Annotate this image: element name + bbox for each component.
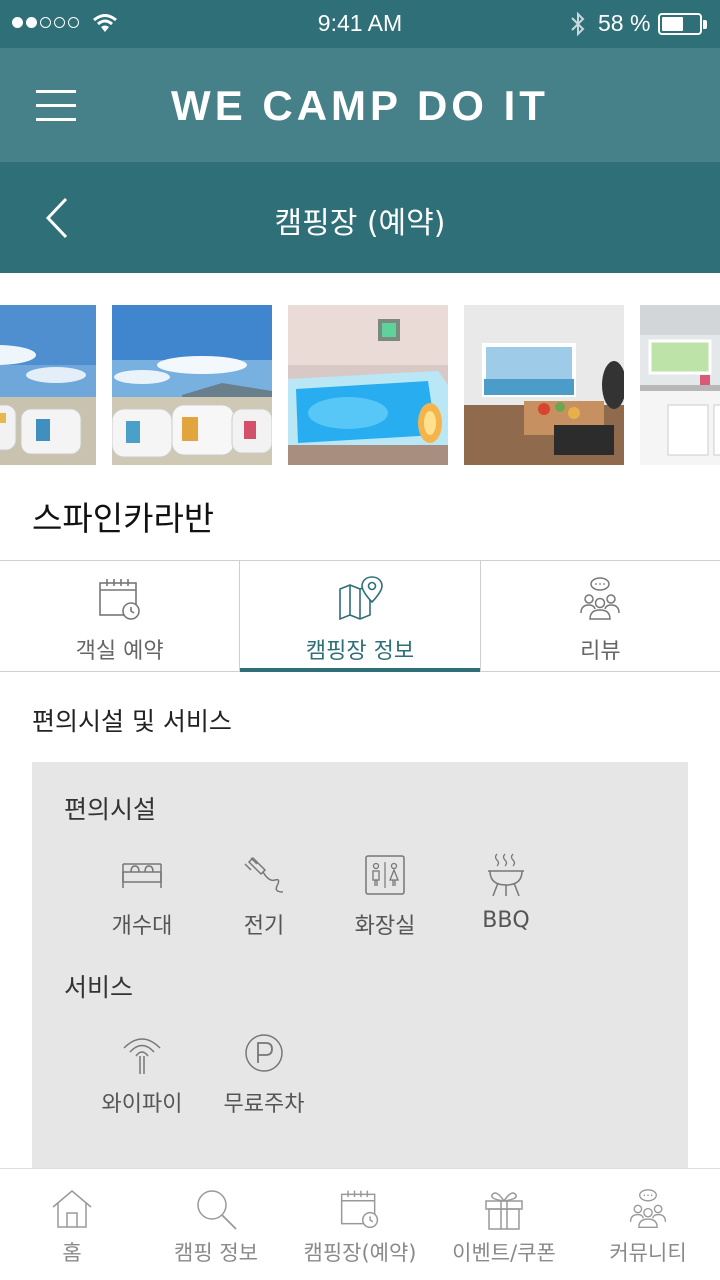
page-title: 캠핑장 (예약): [274, 206, 446, 241]
gift-icon: [485, 1192, 523, 1230]
tab-label: 리뷰: [580, 639, 621, 664]
plug-icon: [244, 856, 284, 893]
status-bar: 9:41 AM 58 %: [0, 0, 720, 48]
nav-label: 이벤트/쿠폰: [452, 1241, 556, 1265]
facilities-title: 편의시설: [64, 795, 157, 824]
tab-reviews[interactable]: 리뷰: [481, 561, 720, 671]
tab-bar: 객실 예약 캠핑장 정보 리뷰: [0, 560, 720, 672]
caravans-under-sky-photo[interactable]: [112, 305, 272, 465]
bbq-dining-photo[interactable]: [464, 305, 624, 465]
services-title: 서비스: [64, 973, 134, 1002]
facility-bbq: BBQ: [451, 852, 561, 933]
bbq-grill-icon: [488, 853, 524, 897]
tab-label: 객실 예약: [75, 639, 164, 664]
facility-label: 전기: [243, 914, 285, 939]
nav-label: 캠핑 정보: [174, 1241, 258, 1265]
facility-restroom: 화장실: [330, 852, 440, 940]
app-bar: WE CAMP DO IT: [0, 48, 720, 162]
caravans-photo[interactable]: [0, 305, 96, 465]
tab-campsite-info[interactable]: 캠핑장 정보: [240, 561, 481, 672]
bottom-navigation: 홈 캠핑 정보 캠핑장(예약) 이벤트/쿠폰 커뮤니티: [0, 1168, 720, 1280]
parking-icon: [245, 1034, 283, 1072]
facility-label: BBQ: [482, 908, 530, 933]
facility-sink: 개수대: [87, 852, 197, 940]
tab-label: 캠핑장 정보: [305, 639, 415, 664]
nav-campsite-reservation[interactable]: 캠핑장(예약): [288, 1169, 432, 1280]
battery-icon: [658, 13, 702, 35]
wifi-antenna-icon: [123, 1038, 161, 1074]
campsite-name: 스파인카라반: [32, 499, 215, 538]
app-title: WE CAMP DO IT: [171, 82, 549, 129]
service-wifi: 와이파이: [87, 1030, 197, 1118]
photo-gallery[interactable]: [0, 305, 720, 465]
sink-icon: [122, 863, 162, 888]
people-chat-icon: [629, 1189, 667, 1229]
sub-header: 캠핑장 (예약): [0, 162, 720, 273]
restroom-icon: [365, 855, 405, 895]
battery-percent: 58 %: [598, 10, 651, 36]
service-label: 와이파이: [101, 1092, 183, 1117]
nav-events-coupons[interactable]: 이벤트/쿠폰: [432, 1169, 576, 1280]
facility-label: 화장실: [354, 914, 416, 939]
search-icon: [197, 1190, 237, 1230]
nav-home[interactable]: 홈: [0, 1169, 144, 1280]
service-label: 무료주차: [223, 1092, 305, 1117]
nav-camping-info[interactable]: 캠핑 정보: [144, 1169, 288, 1280]
calendar-clock-icon: [340, 1190, 379, 1229]
tab-room-reservation[interactable]: 객실 예약: [0, 561, 241, 671]
service-parking: 무료주차: [209, 1030, 319, 1118]
amenities-section-title: 편의시설 및 서비스: [32, 707, 232, 736]
nav-label: 커뮤니티: [609, 1241, 687, 1265]
battery-tip: [703, 20, 707, 29]
map-pin-icon: [339, 576, 383, 621]
nav-label: 캠핑장(예약): [303, 1241, 417, 1265]
home-icon: [52, 1190, 92, 1228]
people-chat-icon: [580, 577, 621, 620]
facility-electricity: 전기: [209, 852, 319, 940]
facility-label: 개수대: [111, 914, 173, 939]
bluetooth-icon: [571, 11, 585, 37]
kitchen-interior-photo[interactable]: [640, 305, 720, 465]
nav-community[interactable]: 커뮤니티: [576, 1169, 720, 1280]
amenities-panel: 편의시설 개수대 전기 화장실 BBQ 서비스 와이파이 무료주차: [32, 762, 688, 1182]
calendar-clock-icon: [98, 579, 140, 620]
nav-label: 홈: [62, 1241, 82, 1265]
spa-pool-photo[interactable]: [288, 305, 448, 465]
